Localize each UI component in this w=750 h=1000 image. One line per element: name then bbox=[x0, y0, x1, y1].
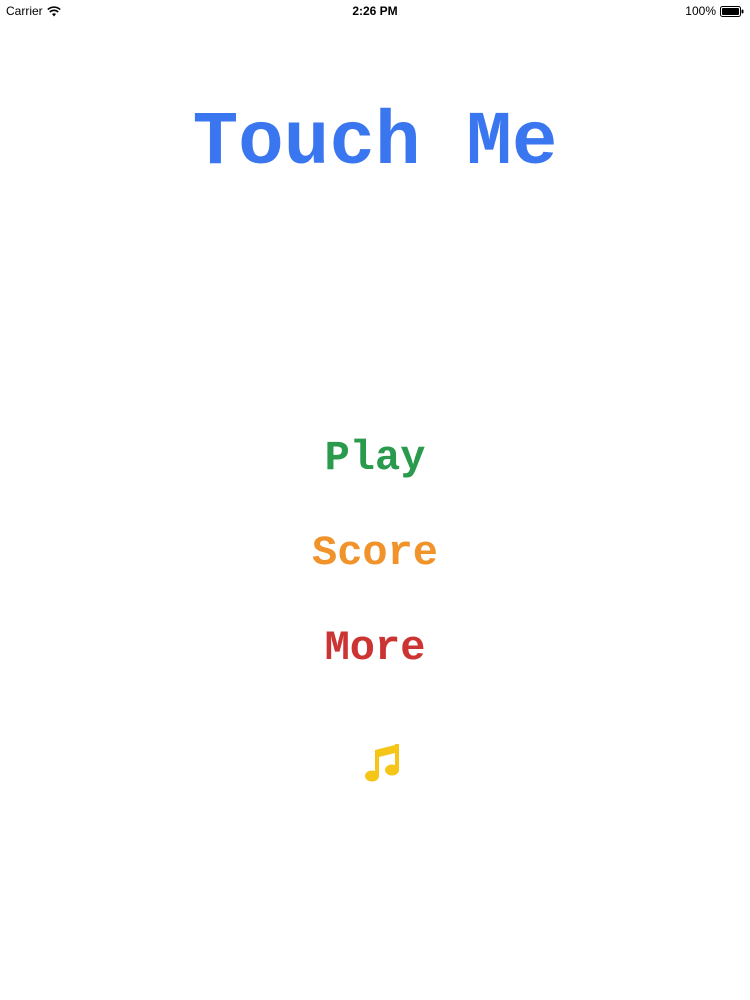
music-note-icon bbox=[365, 744, 399, 782]
play-button[interactable]: Play bbox=[0, 432, 750, 484]
score-button[interactable]: Score bbox=[0, 527, 750, 579]
more-label: More bbox=[324, 624, 426, 672]
status-time: 2:26 PM bbox=[352, 4, 398, 18]
status-bar: Carrier 2:26 PM 100% bbox=[0, 0, 750, 22]
battery-icon bbox=[720, 5, 744, 17]
battery-percent: 100% bbox=[685, 4, 716, 18]
game-title: Touch Me bbox=[192, 100, 558, 186]
play-label: Play bbox=[324, 434, 426, 482]
music-toggle-button[interactable] bbox=[361, 738, 405, 786]
score-label: Score bbox=[311, 529, 439, 577]
more-button[interactable]: More bbox=[0, 622, 750, 674]
battery-indicator: 100% bbox=[685, 4, 744, 18]
